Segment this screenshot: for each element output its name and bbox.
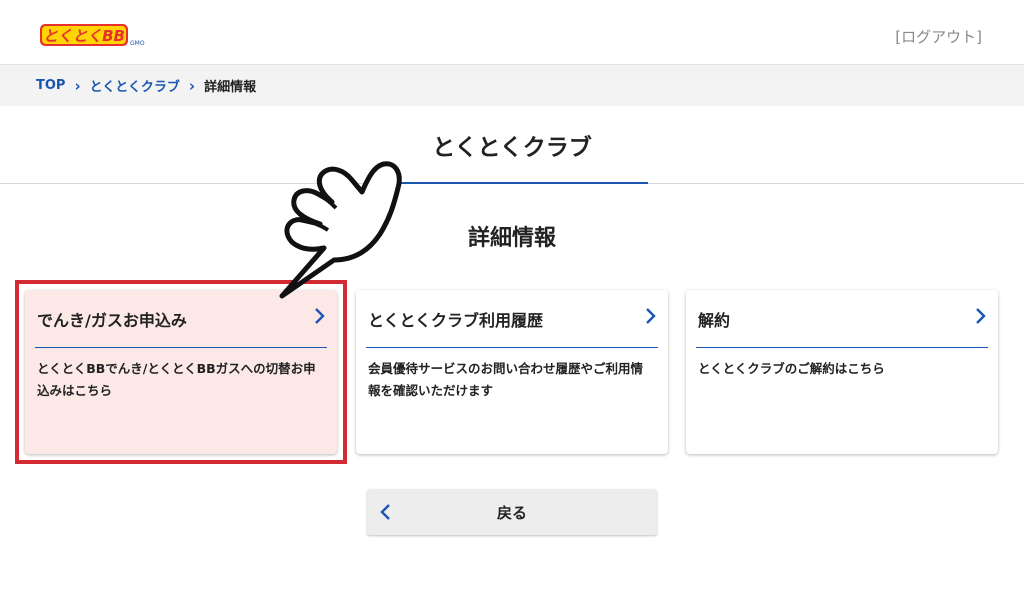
chevron-right-icon: › <box>74 76 81 95</box>
breadcrumb-top[interactable]: TOP <box>36 78 65 93</box>
pointing-hand-icon <box>279 161 402 299</box>
logout-link[interactable]: [ログアウト] <box>895 26 982 47</box>
card-gas-electricity-application[interactable]: でんき/ガスお申込み とくとくBBでんき/とくとくBBガスへの切替お申込みはこち… <box>25 290 337 454</box>
logo-sub: GMO <box>130 40 145 47</box>
chevron-right-icon <box>315 308 325 324</box>
breadcrumb: TOP › とくとくクラブ › 詳細情報 <box>0 64 1024 106</box>
card-divider <box>366 347 658 348</box>
page-title: とくとくクラブ <box>432 135 592 161</box>
back-button[interactable]: 戻る <box>367 489 657 535</box>
breadcrumb-current: 詳細情報 <box>204 80 257 95</box>
back-button-label: 戻る <box>496 504 527 522</box>
title-divider-accent <box>398 182 648 184</box>
site-header: とくとくBB GMO [ログアウト] <box>0 0 1024 64</box>
chevron-right-icon: › <box>188 76 196 95</box>
card-description: とくとくBBでんき/とくとくBBガスへの切替お申込みはこちら <box>37 361 316 398</box>
breadcrumb-tokutoku-club[interactable]: とくとくクラブ <box>90 76 180 95</box>
chevron-right-icon <box>646 308 656 324</box>
card-description: 会員優待サービスのお問い合わせ履歴やご利用情報を確認いただけます <box>368 361 644 398</box>
card-description: とくとくクラブのご解約はこちら <box>698 361 885 376</box>
section-title: 詳細情報 <box>467 226 556 251</box>
logo-text: とくとくBB <box>43 27 125 45</box>
chevron-right-icon <box>976 308 986 324</box>
site-logo[interactable]: とくとくBB GMO <box>40 22 152 48</box>
card-usage-history[interactable]: とくとくクラブ利用履歴 会員優待サービスのお問い合わせ履歴やご利用情報を確認いた… <box>356 290 668 454</box>
card-divider <box>696 347 988 348</box>
card-title: 解約 <box>698 310 731 330</box>
card-cancellation[interactable]: 解約 とくとくクラブのご解約はこちら <box>686 290 998 454</box>
card-divider <box>35 347 327 348</box>
